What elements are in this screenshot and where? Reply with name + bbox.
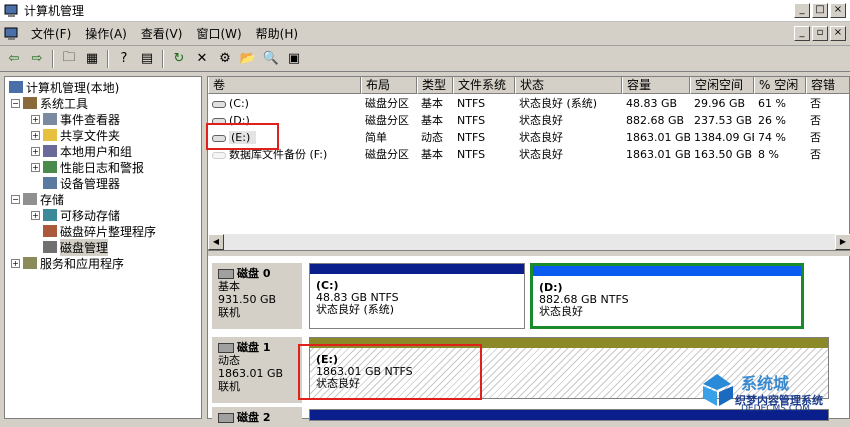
pane-splitter[interactable] xyxy=(208,250,850,256)
tree-item-local-users[interactable]: + 本地用户和组 xyxy=(31,143,132,159)
tools-icon xyxy=(23,97,37,109)
device-manager-icon xyxy=(43,177,57,189)
close-button[interactable]: × xyxy=(830,3,846,18)
volume-row[interactable]: (E:) 简单 动态 NTFS 状态良好 1863.01 GB 1384.09 … xyxy=(208,129,850,146)
menu-help[interactable]: 帮助(H) xyxy=(249,25,305,42)
disk-0-label[interactable]: 磁盘 0 基本 931.50 GB 联机 xyxy=(212,263,302,329)
open-folder-icon[interactable]: 📂 xyxy=(238,49,258,69)
partition-c[interactable]: (C:) 48.83 GB NTFS 状态良好 (系统) xyxy=(309,263,525,329)
properties-icon[interactable]: ▤ xyxy=(137,49,157,69)
tree-item-root[interactable]: 计算机管理(本地) xyxy=(9,79,119,95)
col-percent-free[interactable]: % 空闲 xyxy=(754,77,806,94)
menu-window[interactable]: 窗口(W) xyxy=(189,25,248,42)
child-close-button[interactable]: × xyxy=(830,26,846,41)
menu-file[interactable]: 文件(F) xyxy=(24,25,78,42)
settings-icon[interactable]: ⚙ xyxy=(215,49,235,69)
col-free-space[interactable]: 空闲空间 xyxy=(690,77,754,94)
tree-item-shared-folders[interactable]: + 共享文件夹 xyxy=(31,127,120,143)
disk-icon xyxy=(218,342,234,353)
watermark: 系统城 织梦内容管理系统 DEDECMS.COM xyxy=(697,370,847,416)
delete-icon[interactable]: ✕ xyxy=(192,49,212,69)
volume-row[interactable]: (C:) 磁盘分区 基本 NTFS 状态良好 (系统) 48.83 GB 29.… xyxy=(208,95,850,112)
col-layout[interactable]: 布局 xyxy=(361,77,417,94)
up-folder-icon[interactable]: 🗀 xyxy=(59,49,79,69)
col-capacity[interactable]: 容量 xyxy=(622,77,690,94)
tree-item-performance-logs[interactable]: + 性能日志和警报 xyxy=(31,159,144,175)
windows-logo-icon xyxy=(703,374,733,406)
toolbar: ⇦ ⇨ 🗀 ▦ ? ▤ ↻ ✕ ⚙ 📂 🔍 ▣ xyxy=(0,46,850,72)
disk-2-label[interactable]: 磁盘 2 xyxy=(212,407,302,427)
refresh-icon[interactable]: ↻ xyxy=(169,49,189,69)
tree-item-defragmenter[interactable]: 磁盘碎片整理程序 xyxy=(43,223,156,239)
expand-icon[interactable]: + xyxy=(11,258,20,268)
menu-action[interactable]: 操作(A) xyxy=(78,25,134,42)
users-icon xyxy=(43,145,57,157)
minimize-button[interactable]: _ xyxy=(794,3,810,18)
defrag-icon xyxy=(43,225,57,237)
details-pane: 卷 布局 类型 文件系统 状态 容量 空闲空间 % 空闲 容错 (C:) 磁盘分… xyxy=(206,76,850,427)
expand-icon[interactable]: + xyxy=(31,146,40,156)
tree-item-removable-storage[interactable]: + 可移动存储 xyxy=(31,207,120,223)
col-volume[interactable]: 卷 xyxy=(208,77,361,94)
disk-icon xyxy=(218,268,234,279)
col-status[interactable]: 状态 xyxy=(515,77,622,94)
help-icon[interactable]: ? xyxy=(114,49,134,69)
disk-icon xyxy=(218,412,234,423)
volume-row[interactable]: 数据库文件备份 (F:) 磁盘分区 基本 NTFS 状态良好 1863.01 G… xyxy=(208,146,850,163)
menu-view[interactable]: 查看(V) xyxy=(134,25,190,42)
app-menu-icon[interactable] xyxy=(4,27,20,41)
title-bar: 计算机管理 _ □ × xyxy=(0,0,850,22)
col-fault-tolerance[interactable]: 容错 xyxy=(806,77,850,94)
performance-icon xyxy=(43,161,57,173)
tree-item-storage[interactable]: − 存储 xyxy=(11,191,64,207)
expand-icon[interactable]: + xyxy=(31,162,40,172)
removable-storage-icon xyxy=(43,209,57,221)
disk-icon[interactable]: ▣ xyxy=(284,49,304,69)
child-minimize-button[interactable]: _ xyxy=(794,26,810,41)
storage-icon xyxy=(23,193,37,205)
scroll-left-icon[interactable]: ◀ xyxy=(208,234,224,250)
col-filesystem[interactable]: 文件系统 xyxy=(453,77,515,94)
volume-list-header: 卷 布局 类型 文件系统 状态 容量 空闲空间 % 空闲 容错 xyxy=(208,77,850,94)
computer-icon xyxy=(9,81,23,93)
tree-item-services-apps[interactable]: + 服务和应用程序 xyxy=(11,255,124,271)
watermark-url: DEDECMS.COM xyxy=(741,404,810,414)
tree-item-disk-management[interactable]: 磁盘管理 xyxy=(43,238,109,256)
search-icon[interactable]: 🔍 xyxy=(261,49,281,69)
disk-management-icon xyxy=(43,241,57,253)
shared-folder-icon xyxy=(43,129,57,141)
tree-item-system-tools[interactable]: − 系统工具 xyxy=(11,95,88,111)
show-hide-tree-icon[interactable]: ▦ xyxy=(82,49,102,69)
collapse-icon[interactable]: − xyxy=(11,98,20,108)
highlight-box xyxy=(298,344,482,400)
horizontal-scrollbar[interactable]: ◀ ▶ xyxy=(208,234,850,250)
disk-1-label[interactable]: 磁盘 1 动态 1863.01 GB 联机 xyxy=(212,337,302,403)
maximize-button[interactable]: □ xyxy=(812,3,828,18)
drive-icon xyxy=(212,100,226,108)
menu-bar: 文件(F) 操作(A) 查看(V) 窗口(W) 帮助(H) _ ▫ × xyxy=(0,22,850,46)
highlight-box xyxy=(206,123,279,150)
computer-icon xyxy=(4,4,18,17)
services-icon xyxy=(23,257,37,269)
expand-icon[interactable]: + xyxy=(31,130,40,140)
event-viewer-icon xyxy=(43,113,57,125)
tree-item-event-viewer[interactable]: + 事件查看器 xyxy=(31,111,120,127)
child-restore-button[interactable]: ▫ xyxy=(812,26,828,41)
forward-arrow-icon[interactable]: ⇨ xyxy=(27,49,47,69)
scroll-right-icon[interactable]: ▶ xyxy=(835,234,850,250)
watermark-brand: 系统城 xyxy=(741,374,790,393)
partition-d[interactable]: (D:) 882.68 GB NTFS 状态良好 xyxy=(530,263,804,329)
drive-icon xyxy=(212,151,226,159)
window-title: 计算机管理 xyxy=(24,4,85,18)
console-tree: 计算机管理(本地) − 系统工具 + 事件查看器 + 共享文件夹 + 本地用户和… xyxy=(4,76,202,419)
col-type[interactable]: 类型 xyxy=(417,77,453,94)
expand-icon[interactable]: + xyxy=(31,114,40,124)
expand-icon[interactable]: + xyxy=(31,210,40,220)
tree-item-device-manager[interactable]: 设备管理器 xyxy=(43,175,120,191)
back-arrow-icon[interactable]: ⇦ xyxy=(4,49,24,69)
collapse-icon[interactable]: − xyxy=(11,194,20,204)
volume-row[interactable]: (D:) 磁盘分区 基本 NTFS 状态良好 882.68 GB 237.53 … xyxy=(208,112,850,129)
